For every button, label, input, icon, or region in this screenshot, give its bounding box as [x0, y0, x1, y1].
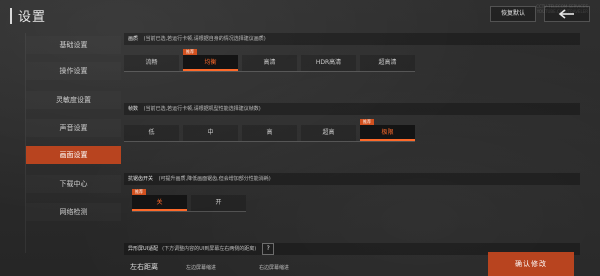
fps-option-extreme[interactable]: 推荐 极限	[360, 119, 415, 141]
left-right-distance-label: 左右距离	[130, 263, 158, 271]
help-icon[interactable]: ?	[262, 243, 275, 255]
section-fps: 帧数 (当前已选,若运行卡顿,请根据机型性能选择建议帧数) 低 中 高 超高 推…	[124, 103, 580, 155]
sidebar-item-audio[interactable]: 声音设置	[26, 119, 121, 137]
sidebar-item-basic[interactable]: 基础设置	[26, 36, 121, 54]
header: 设置 CCTV·TELECOM SERVICES YOUTUBE.COM/TRA…	[0, 0, 600, 34]
fps-option-extreme-label: 极限	[381, 129, 394, 136]
fps-option-medium[interactable]: 中	[183, 125, 238, 141]
sidebar: 基础设置 操作设置 灵敏度设置 声音设置 画面设置 下载中心 网络检测	[25, 33, 121, 253]
sidebar-item-controls[interactable]: 操作设置	[26, 62, 121, 80]
restore-default-button[interactable]: 恢复默认	[489, 6, 536, 22]
sidebar-item-network[interactable]: 网络检测	[26, 203, 121, 221]
quality-option-hdr-hd[interactable]: HDR高清	[301, 55, 356, 71]
fps-option-high[interactable]: 高	[242, 125, 297, 141]
section-anti-aliasing: 抗锯齿开关 (可提升画质,降低画面锯齿,但会增加部分性能消耗) 推荐 关 开	[124, 173, 580, 225]
sidebar-item-downloads[interactable]: 下载中心	[26, 175, 121, 193]
title-wrap: 设置	[10, 6, 46, 25]
aa-title-text: 抗锯齿开关	[128, 176, 154, 182]
apply-changes-button[interactable]: 确认修改	[488, 252, 574, 276]
recommended-tag: 推荐	[132, 189, 146, 195]
aa-description: (可提升画质,降低画面锯齿,但会增加部分性能消耗)	[158, 176, 271, 182]
aa-separator	[132, 211, 246, 212]
section-quality: 画质 (当前已选,若运行卡顿,请根据自身的情况选择建议画质) 流畅 推荐 均衡 …	[124, 33, 580, 85]
title-bar-decoration	[10, 7, 12, 24]
header-actions: 恢复默认	[489, 6, 590, 22]
right-indent-label: 右边屏幕缩进	[259, 265, 290, 271]
fps-title-text: 帧数	[128, 106, 139, 112]
ui-margin-title-text: 异形屏UI适配	[128, 246, 159, 252]
quality-description: (当前已选,若运行卡顿,请根据自身的情况选择建议画质)	[143, 36, 266, 42]
ui-margin-description: (下方调整内容的UI到屏幕左右两侧的距离)	[162, 246, 257, 252]
recommended-tag: 推荐	[183, 49, 197, 55]
aa-title: 抗锯齿开关 (可提升画质,降低画面锯齿,但会增加部分性能消耗)	[124, 173, 580, 185]
quality-option-smooth[interactable]: 流畅	[124, 55, 179, 71]
left-indent-label: 左边屏幕缩进	[186, 265, 217, 271]
quality-title: 画质 (当前已选,若运行卡顿,请根据自身的情况选择建议画质)	[124, 33, 580, 45]
quality-option-hd[interactable]: 高清	[242, 55, 297, 71]
sidebar-item-sensitivity[interactable]: 灵敏度设置	[26, 91, 121, 109]
recommended-tag: 推荐	[360, 119, 374, 125]
fps-separator	[124, 141, 415, 142]
settings-content: 画质 (当前已选,若运行卡顿,请根据自身的情况选择建议画质) 流畅 推荐 均衡 …	[124, 33, 580, 276]
fps-title: 帧数 (当前已选,若运行卡顿,请根据机型性能选择建议帧数)	[124, 103, 580, 115]
quality-title-text: 画质	[128, 36, 139, 42]
fps-option-ultra[interactable]: 超高	[301, 125, 356, 141]
fps-option-low[interactable]: 低	[124, 125, 179, 141]
quality-option-balanced-label: 均衡	[204, 59, 217, 66]
back-button[interactable]	[544, 6, 590, 22]
back-arrow-icon	[558, 9, 574, 19]
aa-option-on[interactable]: 开	[191, 195, 246, 211]
aa-option-off[interactable]: 推荐 关	[132, 189, 187, 211]
sidebar-item-graphics[interactable]: 画面设置	[26, 146, 121, 164]
page-title: 设置	[18, 10, 47, 25]
fps-description: (当前已选,若运行卡顿,请根据机型性能选择建议帧数)	[143, 106, 261, 112]
aa-option-off-label: 关	[156, 199, 163, 206]
quality-option-balanced[interactable]: 推荐 均衡	[183, 49, 238, 71]
quality-option-ultra-hd[interactable]: 超高清	[360, 55, 415, 71]
quality-separator	[124, 71, 415, 72]
